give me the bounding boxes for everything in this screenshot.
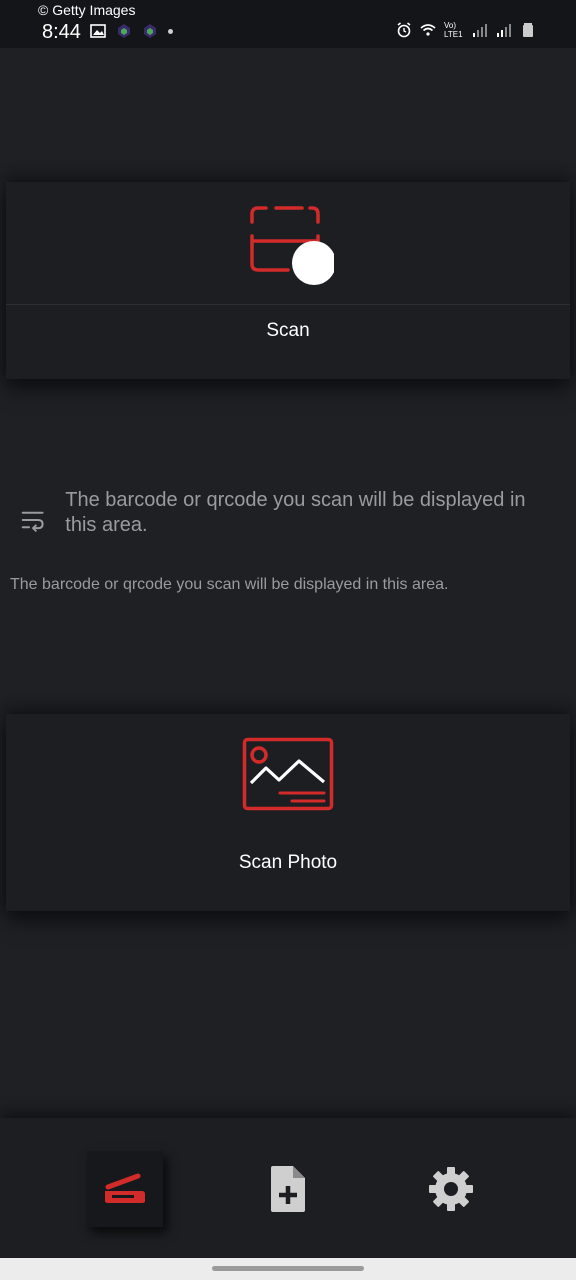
gear-icon <box>429 1167 473 1211</box>
scan-label: Scan <box>266 320 310 341</box>
signal-icon <box>473 24 487 37</box>
battery-icon <box>523 23 533 37</box>
bottom-navigation <box>0 1118 576 1258</box>
more-notifications-dot <box>168 28 173 34</box>
system-icons: Vo) LTE1 <box>396 21 536 39</box>
scan-result-area: The barcode or qrcode you scan will be d… <box>20 488 560 538</box>
scanner-icon <box>105 1173 145 1203</box>
new-document-icon <box>271 1166 305 1212</box>
app-notification-icon-2 <box>144 24 156 38</box>
gesture-navigation-bar <box>0 1258 576 1280</box>
network-type-label: Vo) LTE1 <box>444 21 463 39</box>
scan-result-message: The barcode or qrcode you scan will be d… <box>65 489 526 536</box>
wifi-icon <box>420 24 436 36</box>
scan-result-hint: The barcode or qrcode you scan will be d… <box>10 576 449 593</box>
nav-generate-tab[interactable] <box>250 1151 326 1227</box>
notification-icons <box>90 23 173 39</box>
text-wrap-icon <box>21 511 44 532</box>
gallery-notification-icon <box>90 24 106 38</box>
status-bar: © Getty Images 8:44 Vo) LTE1 <box>0 0 576 48</box>
alarm-icon <box>397 22 411 38</box>
image-icon <box>242 737 334 811</box>
scan-frame-icon <box>250 206 334 285</box>
scan-card-divider <box>6 304 570 305</box>
app-notification-icon <box>118 24 130 38</box>
home-gesture-handle[interactable] <box>212 1266 364 1271</box>
nav-settings-tab[interactable] <box>413 1151 489 1227</box>
scan-card[interactable]: Scan <box>6 182 570 379</box>
status-time: 8:44 <box>42 21 81 43</box>
nav-scanner-tab[interactable] <box>87 1151 163 1227</box>
watermark-text: © Getty Images <box>38 2 136 18</box>
scan-photo-label: Scan Photo <box>238 852 338 873</box>
scan-photo-card[interactable]: Scan Photo <box>6 714 570 911</box>
signal-icon-2 <box>497 24 511 37</box>
